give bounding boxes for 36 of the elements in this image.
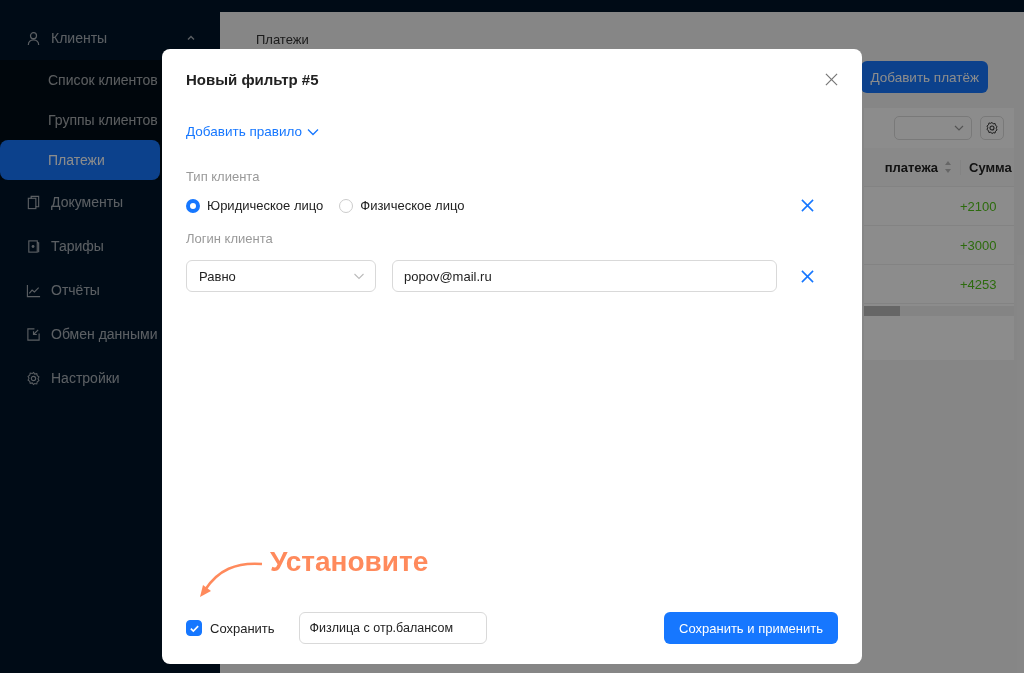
save-apply-button[interactable]: Сохранить и применить xyxy=(664,612,838,644)
dialog-title: Новый фильтр #5 xyxy=(186,71,319,88)
table-cell: +4253 xyxy=(960,276,997,292)
settings-button[interactable] xyxy=(980,116,1004,140)
remove-icon[interactable] xyxy=(801,199,814,212)
radio-option[interactable]: Юридическое лицо xyxy=(186,198,324,213)
sidebar-item[interactable]: Клиенты xyxy=(0,16,220,60)
table-cell: +3000 xyxy=(960,237,997,253)
column-header[interactable]: Сумма xyxy=(961,159,1012,175)
annotation-text: Установите xyxy=(270,546,429,578)
sidebar-subitem[interactable]: Список клиентов xyxy=(0,60,160,100)
sidebar-item[interactable]: Отчёты xyxy=(0,268,108,312)
add-rule-link[interactable]: Добавить правило xyxy=(186,124,319,139)
breadcrumb[interactable]: Платежи xyxy=(256,32,309,47)
sidebar-subitem[interactable]: Группы клиентов xyxy=(0,100,160,140)
filter-name-input[interactable]: Физлица с отр.балансом xyxy=(298,612,487,644)
table-cell: +2100 xyxy=(960,198,997,214)
save-checkbox[interactable]: Сохранить xyxy=(186,620,275,636)
sidebar-subitem[interactable]: Платежи xyxy=(0,140,160,180)
remove-icon[interactable] xyxy=(801,269,814,283)
sidebar-item[interactable]: Документы xyxy=(0,180,132,224)
scrollbar[interactable] xyxy=(864,306,1014,316)
sidebar-item[interactable]: Обмен данными xyxy=(0,312,166,356)
sort-icon xyxy=(944,160,952,174)
close-icon[interactable] xyxy=(825,73,838,86)
radio-option[interactable]: Физическое лицо xyxy=(339,198,465,213)
rule-label: Тип клиента xyxy=(186,169,261,184)
rule-label: Логин клиента xyxy=(186,231,274,246)
sidebar-item[interactable]: Настройки xyxy=(0,356,128,400)
login-input[interactable]: popov@mail.ru xyxy=(392,260,777,292)
settings-icon xyxy=(985,121,999,135)
operator-select[interactable]: Равно xyxy=(186,260,376,292)
sidebar-item[interactable]: Тарифы xyxy=(0,224,112,268)
add-payment-button[interactable]: Добавить платёж xyxy=(861,61,988,93)
column-header[interactable]: платежа xyxy=(864,159,961,175)
select-field[interactable] xyxy=(894,116,972,140)
